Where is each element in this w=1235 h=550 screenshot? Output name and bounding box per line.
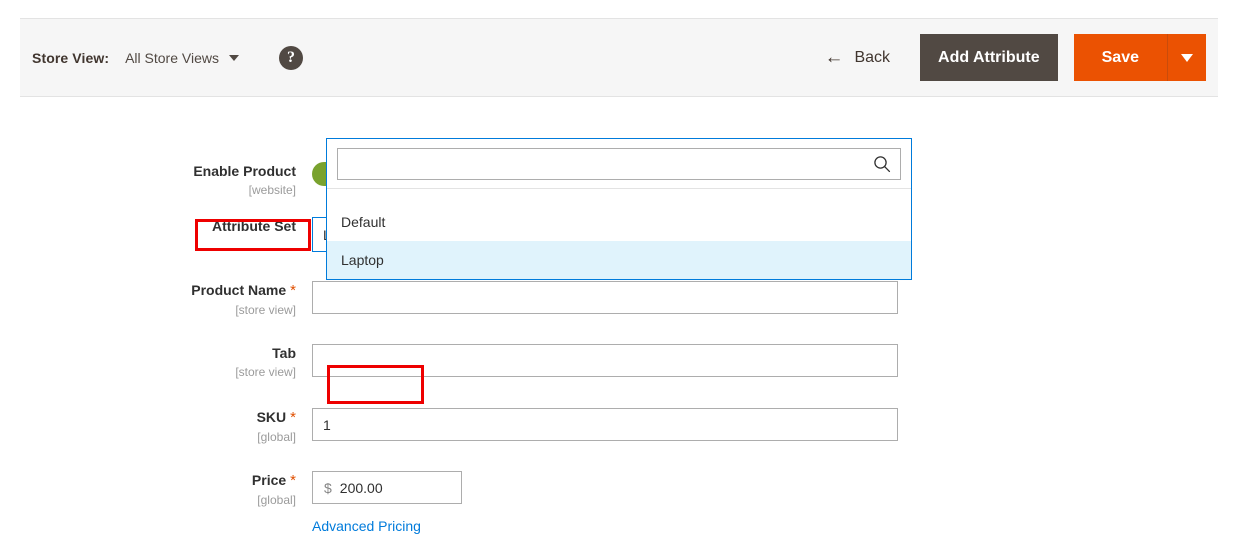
product-name-scope: [store view]: [235, 303, 296, 317]
tab-input[interactable]: [312, 344, 898, 377]
sku-input[interactable]: [312, 408, 898, 441]
add-attribute-button[interactable]: Add Attribute: [920, 34, 1058, 81]
attribute-set-dropdown-panel: Default Laptop: [326, 138, 912, 280]
chevron-down-icon: [1181, 53, 1193, 62]
field-label-attribute-set: Attribute Set: [0, 217, 312, 252]
field-label-tab: Tab [store view]: [0, 344, 312, 380]
required-star: *: [290, 472, 296, 489]
product-name-label: Product Name *: [0, 281, 296, 300]
attribute-set-option-default[interactable]: Default: [327, 203, 911, 241]
product-name-input[interactable]: [312, 281, 898, 314]
attribute-set-label: Attribute Set: [212, 218, 296, 234]
price-label: Price *: [0, 471, 296, 490]
price-input-wrap: $: [312, 471, 462, 504]
field-control-price: $ Advanced Pricing: [312, 471, 1235, 536]
enable-product-label: Enable Product: [193, 163, 296, 179]
field-row-product-name: Product Name * [store view]: [0, 281, 1235, 318]
field-label-enable-product: Enable Product [website]: [0, 162, 312, 198]
product-name-label-text: Product Name: [191, 282, 287, 298]
page-header: Store View: All Store Views ? ← Back Add…: [20, 18, 1218, 97]
store-view-label: Store View:: [32, 49, 110, 66]
price-input[interactable]: [339, 479, 461, 496]
sku-label-text: SKU: [256, 409, 287, 425]
attribute-set-options-list: Default Laptop: [327, 189, 911, 279]
arrow-left-icon: ←: [824, 47, 844, 68]
header-actions: ← Back Add Attribute Save: [824, 19, 1206, 96]
tab-label: Tab: [272, 345, 296, 361]
sku-scope: [global]: [257, 430, 296, 444]
attribute-set-search-wrap: [327, 139, 911, 189]
field-control-sku: [312, 408, 1235, 445]
save-split-button: Save: [1073, 34, 1206, 81]
field-row-tab: Tab [store view]: [0, 344, 1235, 380]
store-view-switcher[interactable]: All Store Views: [125, 50, 239, 66]
sku-label: SKU *: [0, 408, 296, 427]
required-star: *: [290, 409, 296, 426]
attribute-set-option-laptop[interactable]: Laptop: [327, 241, 911, 279]
store-view-group: Store View: All Store Views ?: [32, 19, 303, 96]
field-control-tab: [312, 344, 1235, 380]
field-label-product-name: Product Name * [store view]: [0, 281, 312, 318]
back-button[interactable]: ← Back: [824, 48, 890, 67]
required-star: *: [290, 282, 296, 299]
price-currency-symbol: $: [324, 479, 332, 496]
back-button-label: Back: [854, 48, 891, 66]
help-circle-icon[interactable]: ?: [279, 45, 303, 70]
field-row-sku: SKU * [global]: [0, 408, 1235, 445]
enable-product-scope: [website]: [248, 183, 296, 197]
price-label-text: Price: [251, 472, 287, 488]
price-scope: [global]: [257, 493, 296, 507]
save-button[interactable]: Save: [1073, 34, 1167, 81]
chevron-down-icon: [229, 54, 239, 61]
advanced-pricing-link[interactable]: Advanced Pricing: [312, 518, 421, 534]
tab-scope: [store view]: [235, 365, 296, 379]
attribute-set-search-box: [337, 148, 901, 180]
field-label-sku: SKU * [global]: [0, 408, 312, 445]
store-view-value: All Store Views: [125, 49, 219, 66]
field-control-product-name: [312, 281, 1235, 318]
save-options-toggle[interactable]: [1167, 34, 1206, 81]
field-label-price: Price * [global]: [0, 471, 312, 536]
attribute-set-search-input[interactable]: [338, 149, 900, 179]
field-row-price: Price* [global] $ Advanced Pricing: [0, 471, 1235, 536]
